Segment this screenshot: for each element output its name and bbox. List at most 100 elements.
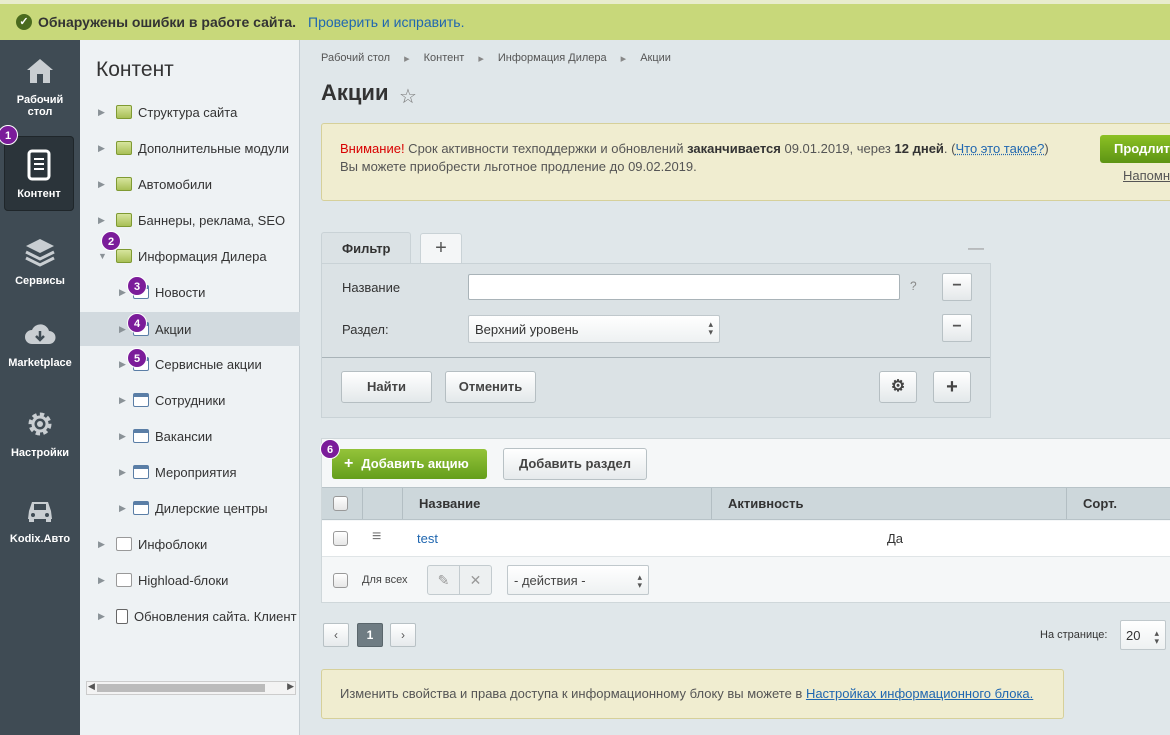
- layers-icon: [25, 239, 55, 267]
- edit-pencil-icon[interactable]: ✎: [428, 566, 460, 594]
- scroll-right-icon[interactable]: ▶: [287, 681, 294, 692]
- collapse-arrow-icon[interactable]: ▼: [98, 251, 108, 261]
- menu-item-services[interactable]: Сервисы: [0, 235, 80, 287]
- column-name[interactable]: Название: [402, 488, 712, 519]
- tree-item-infoblocks[interactable]: ▶ Инфоблоки: [80, 528, 300, 560]
- scroll-left-icon[interactable]: ◀: [88, 681, 95, 692]
- what-is-this-link[interactable]: Что это такое?: [955, 141, 1044, 156]
- infoblock-settings-link[interactable]: Настройках информационного блока.: [806, 686, 1033, 701]
- tree-item-extra-modules[interactable]: ▶ Дополнительные модули: [80, 132, 300, 164]
- per-page-select[interactable]: 20 ▴ ▾: [1120, 620, 1166, 650]
- tree-item-news[interactable]: ▶ Новости: [80, 276, 300, 308]
- tree-item-cars[interactable]: ▶ Автомобили: [80, 168, 300, 200]
- expand-arrow-icon[interactable]: ▶: [98, 215, 108, 226]
- page-1-button[interactable]: 1: [357, 623, 383, 647]
- tree-item-label: Новости: [155, 284, 206, 300]
- list-icon: [133, 393, 149, 407]
- divider: [322, 357, 990, 358]
- tree-item-site-updates[interactable]: ▶ Обновления сайта. Клиент: [80, 600, 300, 632]
- select-all-checkbox[interactable]: [333, 496, 348, 511]
- list-icon: [133, 429, 149, 443]
- expand-arrow-icon[interactable]: ▶: [98, 107, 108, 118]
- prolong-button[interactable]: Продлить: [1100, 135, 1170, 163]
- remove-field-button[interactable]: −: [942, 273, 972, 301]
- row-checkbox[interactable]: [333, 531, 348, 546]
- add-promotion-button[interactable]: + Добавить акцию: [332, 449, 487, 479]
- license-warning: Внимание! Срок активности техподдержки и…: [321, 123, 1170, 201]
- expand-arrow-icon[interactable]: ▶: [119, 467, 129, 478]
- actions-select[interactable]: - действия - ▴ ▾: [507, 565, 649, 595]
- tree-horizontal-scrollbar[interactable]: ◀ ▶: [86, 681, 296, 695]
- row-name-link[interactable]: test: [417, 531, 438, 546]
- note-text: Изменить свойства и права доступа к инфо…: [340, 686, 806, 701]
- column-actions: [362, 488, 403, 519]
- select-arrows-icon: ▴ ▾: [708, 319, 713, 337]
- tree-item-events[interactable]: ▶ Мероприятия: [80, 456, 300, 488]
- gear-icon: [28, 412, 52, 436]
- select-all-footer-checkbox[interactable]: [333, 573, 348, 588]
- breadcrumb-content[interactable]: Контент: [424, 52, 465, 65]
- breadcrumb-promotions[interactable]: Акции: [640, 52, 671, 65]
- home-icon: [27, 59, 53, 83]
- menu-item-desktop[interactable]: Рабочий стол: [0, 54, 80, 118]
- tree-item-promotions[interactable]: ▶ Акции: [80, 312, 300, 346]
- tree-item-service-promotions[interactable]: ▶ Сервисные акции: [80, 348, 300, 380]
- remind-link[interactable]: Напомнить: [1123, 168, 1170, 183]
- filter-settings-button[interactable]: ⚙: [879, 371, 917, 403]
- filter-name-label: Название: [342, 280, 401, 295]
- column-active[interactable]: Активность: [711, 488, 1067, 519]
- tree-item-label: Обновления сайта. Клиент: [134, 608, 297, 624]
- step-badge: 2: [101, 231, 121, 251]
- filter-section-select[interactable]: Верхний уровень ▴ ▾: [468, 315, 720, 343]
- tree-item-label: Highload-блоки: [138, 572, 229, 588]
- add-filter-field-button[interactable]: +: [933, 371, 971, 403]
- expand-arrow-icon[interactable]: ▶: [98, 179, 108, 190]
- help-icon[interactable]: ?: [910, 279, 917, 293]
- warning-text: Срок активности техподдержки и обновлени…: [404, 141, 688, 156]
- expand-arrow-icon[interactable]: ▶: [98, 575, 108, 586]
- expand-arrow-icon[interactable]: ▶: [119, 503, 129, 514]
- delete-x-icon[interactable]: ✕: [460, 566, 491, 594]
- plus-icon: +: [946, 376, 958, 398]
- fix-errors-link[interactable]: Проверить и исправить.: [308, 14, 464, 30]
- expand-arrow-icon[interactable]: ▶: [98, 539, 108, 550]
- car-icon: [28, 502, 52, 522]
- column-sort[interactable]: Сорт.: [1066, 488, 1170, 519]
- add-filter-tab-button[interactable]: +: [420, 233, 462, 263]
- menu-label: Рабочий стол: [16, 94, 64, 118]
- cancel-button[interactable]: Отменить: [445, 371, 536, 403]
- tree-item-dealer-centers[interactable]: ▶ Дилерские центры: [80, 492, 300, 524]
- warning-text: . (: [943, 141, 956, 156]
- plus-icon: +: [344, 455, 354, 472]
- tree-item-site-structure[interactable]: ▶ Структура сайта: [80, 96, 300, 128]
- warning-attention: Внимание!: [340, 141, 405, 156]
- breadcrumb-dealer-info[interactable]: Информация Дилера: [498, 52, 607, 65]
- tree-item-vacancies[interactable]: ▶ Вакансии: [80, 420, 300, 452]
- remove-field-button[interactable]: −: [942, 314, 972, 342]
- gear-icon: ⚙: [890, 378, 906, 395]
- menu-item-kodix-auto[interactable]: Kodix.Авто: [0, 493, 80, 545]
- tree-item-employees[interactable]: ▶ Сотрудники: [80, 384, 300, 416]
- tree-item-highload[interactable]: ▶ Highload-блоки: [80, 564, 300, 596]
- prev-page-button[interactable]: ‹: [323, 623, 349, 647]
- minimize-filter-icon[interactable]: —: [968, 240, 984, 258]
- menu-item-settings[interactable]: Настройки: [0, 407, 80, 459]
- breadcrumb-desktop[interactable]: Рабочий стол: [321, 52, 390, 65]
- tree-item-label: Структура сайта: [138, 104, 238, 120]
- next-page-button[interactable]: ›: [390, 623, 416, 647]
- menu-item-content[interactable]: Контент: [4, 136, 74, 211]
- favorite-star-icon[interactable]: ☆: [399, 84, 417, 109]
- tab-filter[interactable]: Фильтр: [321, 232, 411, 264]
- expand-arrow-icon[interactable]: ▶: [98, 143, 108, 154]
- scroll-thumb[interactable]: [97, 684, 265, 692]
- row-menu-icon[interactable]: ≡: [372, 528, 381, 546]
- table-row[interactable]: ≡ test Да: [322, 521, 1170, 557]
- add-section-button[interactable]: Добавить раздел: [503, 448, 647, 480]
- chevron-right-icon: ▸: [620, 53, 627, 65]
- expand-arrow-icon[interactable]: ▶: [98, 611, 108, 622]
- filter-name-input[interactable]: [468, 274, 900, 300]
- expand-arrow-icon[interactable]: ▶: [119, 395, 129, 406]
- expand-arrow-icon[interactable]: ▶: [119, 431, 129, 442]
- find-button[interactable]: Найти: [341, 371, 432, 403]
- menu-item-marketplace[interactable]: Marketplace: [0, 317, 80, 369]
